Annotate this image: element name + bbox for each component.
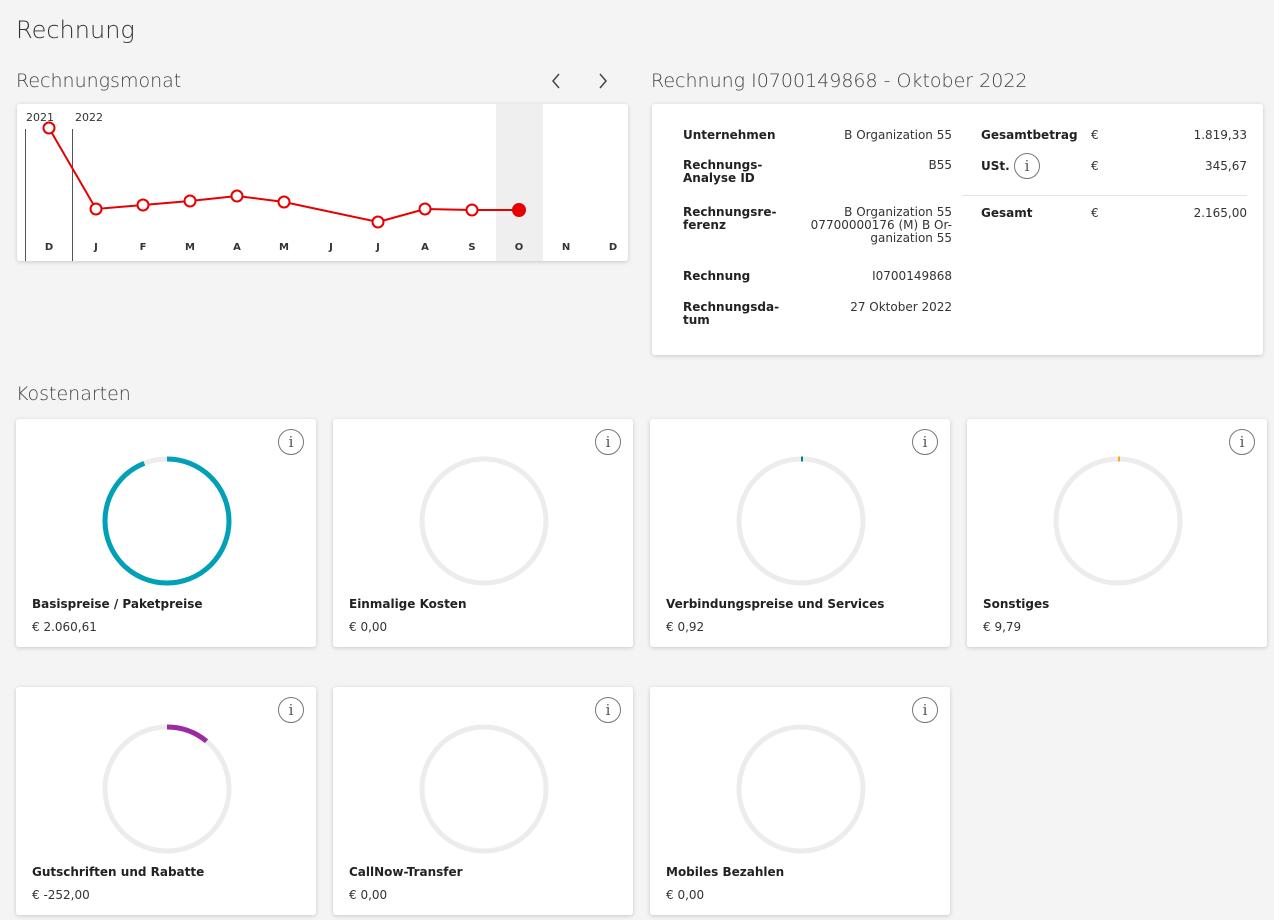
total-currency: € [1091,128,1099,142]
cost-card-title: Einmalige Kosten [349,597,467,611]
month-point[interactable] [183,194,197,208]
cost-card-value: € 2.060,61 [32,620,97,634]
costs-section-title: Kostenarten [16,383,131,405]
month-point[interactable] [89,202,103,216]
donut-arc [102,456,232,586]
cost-card-mobiles-bezahlen[interactable]: i Mobiles Bezahlen € 0,00 [650,687,950,915]
cost-card-title: Mobiles Bezahlen [666,865,785,879]
donut-track [1053,456,1183,586]
info-icon[interactable]: i [912,429,938,455]
cost-card-value: € 0,00 [349,888,388,902]
month-trend-line [42,121,526,229]
cost-card-sonstiges[interactable]: i Sonstiges € 9,79 [967,419,1267,647]
donut-chart [736,456,866,586]
page-title: Rechnung [16,16,135,44]
month-point[interactable] [42,121,56,135]
month-label[interactable]: J [368,242,388,253]
invoice-details-card: Unternehmen B Organization 55 Rechnungs-… [652,104,1263,355]
cost-card-verbindungspreise-und-services[interactable]: i Verbindungspreise und Services € 0,92 [650,419,950,647]
month-point[interactable] [230,189,244,203]
donut-track [419,724,549,854]
cost-card-title: Verbindungspreise und Services [666,597,885,611]
donut-chart [102,724,232,854]
donut-chart [1053,456,1183,586]
ust-info-icon[interactable]: i [1014,153,1040,179]
field-value-unternehmen: B Organization 55 [844,128,952,142]
month-chart-card: 2021 2022 D J F M A M J J A S O N D [17,104,628,261]
next-month-button[interactable] [590,68,616,94]
field-key-analyse-id: Rechnungs- Analyse ID [683,158,763,185]
month-label[interactable]: M [180,242,200,253]
field-value-rechnungsdatum: 27 Oktober 2022 [850,300,952,314]
total-key-gesamtbetrag: Gesamtbetrag [981,128,1078,142]
cost-card-callnow-transfer[interactable]: i CallNow-Transfer € 0,00 [333,687,633,915]
cost-card-title: CallNow-Transfer [349,865,463,879]
info-icon[interactable]: i [1229,429,1255,455]
donut-chart [102,456,232,586]
month-point-selected[interactable] [512,203,526,217]
total-key-gesamt: Gesamt [981,206,1033,220]
cost-card-value: € 9,79 [983,620,1022,634]
cost-card-title: Gutschriften und Rabatte [32,865,205,879]
invoice-title: Rechnung I0700149868 - Oktober 2022 [651,70,1028,92]
month-label[interactable]: J [321,242,341,253]
month-point[interactable] [136,198,150,212]
month-label[interactable]: A [415,242,435,253]
donut-track [419,456,549,586]
info-icon[interactable]: i [278,697,304,723]
month-section-title: Rechnungsmonat [16,70,182,92]
info-icon[interactable]: i [595,697,621,723]
cost-card-value: € 0,92 [666,620,705,634]
info-icon[interactable]: i [278,429,304,455]
field-value-rechnungsreferenz: B Organization 55 07700000176 (M) B Or- … [810,205,952,245]
total-key-ust: USt. [981,159,1010,173]
total-value-gesamtbetrag: 1.819,33 [1193,128,1247,142]
totals-divider [962,195,1247,196]
month-label[interactable]: N [556,242,576,253]
cost-card-value: € -252,00 [32,888,90,902]
donut-track [736,456,866,586]
total-currency: € [1091,206,1099,220]
info-icon[interactable]: i [912,697,938,723]
month-points [42,121,526,229]
cost-card-value: € 0,00 [666,888,705,902]
donut-chart [419,724,549,854]
cost-card-value: € 0,00 [349,620,388,634]
field-value-analyse-id: B55 [928,158,952,172]
month-point[interactable] [371,215,385,229]
month-label[interactable]: M [274,242,294,253]
month-label[interactable]: J [86,242,106,253]
previous-month-button[interactable] [543,68,569,94]
field-value-rechnung: I0700149868 [872,269,952,283]
donut-track [736,724,866,854]
total-value-gesamt: 2.165,00 [1193,206,1247,220]
month-label[interactable]: D [603,242,623,253]
cost-card-title: Basispreise / Paketpreise [32,597,203,611]
month-point[interactable] [277,195,291,209]
total-currency: € [1091,159,1099,173]
month-label[interactable]: S [462,242,482,253]
month-label[interactable]: A [227,242,247,253]
cost-card-basispreise-paketpreise[interactable]: i Basispreise / Paketpreise € 2.060,61 [16,419,316,647]
month-point[interactable] [465,203,479,217]
month-label-selected[interactable]: O [509,242,529,253]
month-point[interactable] [418,202,432,216]
cost-card-gutschriften-und-rabatte[interactable]: i Gutschriften und Rabatte € -252,00 [16,687,316,915]
chevron-left-icon [552,73,560,89]
field-key-rechnung: Rechnung [683,269,751,283]
donut-track [102,724,232,854]
month-label[interactable]: F [133,242,153,253]
chevron-right-icon [599,73,607,89]
month-label[interactable]: D [39,242,59,253]
info-icon[interactable]: i [595,429,621,455]
total-value-ust: 345,67 [1205,159,1247,173]
donut-chart [419,456,549,586]
cost-card-title: Sonstiges [983,597,1050,611]
cost-card-einmalige-kosten[interactable]: i Einmalige Kosten € 0,00 [333,419,633,647]
donut-chart [736,724,866,854]
